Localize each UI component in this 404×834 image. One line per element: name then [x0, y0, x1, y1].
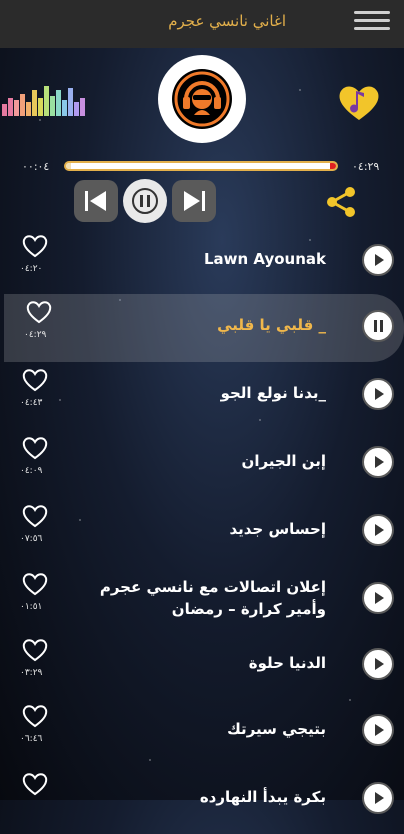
heart-outline-icon[interactable] — [22, 772, 48, 796]
heart-music-note-icon[interactable] — [336, 82, 382, 122]
song-duration: ٠٤:٢٠ — [20, 264, 43, 274]
song-row[interactable]: ٠٧:٥٦ إحساس جديد — [0, 498, 404, 566]
elapsed-time: ٠٠:٠٤ — [22, 160, 50, 173]
playback-controls — [74, 179, 216, 224]
song-title: _بدنا نولع الجو — [220, 384, 326, 402]
play-icon[interactable] — [362, 582, 394, 614]
heart-outline-icon[interactable] — [22, 572, 48, 596]
song-title: إبن الجيران — [241, 452, 326, 470]
song-duration: ٠١:٥١ — [20, 602, 43, 612]
song-row[interactable]: ٠٣:٢٩ الدنيا حلوة — [0, 632, 404, 700]
top-app-bar: اغاني نانسي عجرم — [0, 0, 404, 48]
play-icon[interactable] — [362, 648, 394, 680]
song-duration: ٠٣:٢٩ — [20, 668, 43, 678]
pause-icon[interactable] — [123, 179, 167, 223]
skip-next-icon[interactable] — [172, 180, 216, 222]
heart-outline-icon[interactable] — [22, 504, 48, 528]
song-row[interactable]: ٠٤:٠٩ إبن الجيران — [0, 430, 404, 498]
heart-outline-icon[interactable] — [22, 436, 48, 460]
song-title: بكرة يبدأ النهارده — [199, 788, 326, 806]
song-duration: ٠٤:٠٩ — [20, 466, 43, 476]
heart-outline-icon[interactable] — [22, 368, 48, 392]
song-row[interactable]: ٠٦:٤٦ بتيجي سيرتك — [0, 698, 404, 766]
play-icon[interactable] — [362, 782, 394, 814]
pause-icon[interactable] — [362, 310, 394, 342]
play-icon[interactable] — [362, 714, 394, 746]
progress-fill — [66, 163, 72, 169]
play-icon[interactable] — [362, 514, 394, 546]
play-icon[interactable] — [362, 378, 394, 410]
audio-visualizer — [2, 84, 90, 116]
hamburger-menu-icon[interactable] — [354, 6, 390, 36]
song-duration: ٠٦:٤٦ — [20, 734, 43, 744]
app-title: اغاني نانسي عجرم — [168, 12, 286, 30]
song-duration: ٠٤:٤٣ — [20, 398, 43, 408]
song-title: بتيجي سيرتك — [227, 720, 326, 738]
song-row[interactable]: بكرة يبدأ النهارده — [0, 766, 404, 834]
play-icon[interactable] — [362, 244, 394, 276]
share-icon[interactable] — [324, 186, 358, 218]
heart-outline-icon[interactable] — [22, 638, 48, 662]
heart-outline-icon[interactable] — [22, 704, 48, 728]
song-duration: ٠٤:٢٩ — [24, 330, 47, 340]
total-time: ٠٤:٢٩ — [352, 160, 380, 173]
song-title: _ قلبي يا قلبي — [217, 316, 326, 334]
song-title: Lawn Ayounak — [203, 250, 326, 268]
song-row[interactable]: ٠٤:٤٣ _بدنا نولع الجو — [0, 362, 404, 430]
song-title: إحساس جديد — [229, 520, 326, 538]
song-duration: ٠٧:٥٦ — [20, 534, 43, 544]
play-icon[interactable] — [362, 446, 394, 478]
song-title: إعلان اتصالات مع نانسي عجرم وأمير كرارة … — [99, 578, 326, 618]
song-row[interactable]: ٠٤:٢٩ _ قلبي يا قلبي — [4, 294, 404, 362]
progress-end-marker — [330, 163, 336, 169]
progress-bar[interactable] — [64, 161, 338, 171]
skip-previous-icon[interactable] — [74, 180, 118, 222]
headphones-dj-icon — [158, 55, 246, 143]
song-title: الدنيا حلوة — [248, 654, 326, 672]
song-row[interactable]: ٠٤:٢٠ Lawn Ayounak — [0, 228, 404, 296]
song-row[interactable]: ٠١:٥١ إعلان اتصالات مع نانسي عجرم وأمير ك… — [0, 566, 404, 634]
heart-outline-icon[interactable] — [26, 300, 52, 324]
heart-outline-icon[interactable] — [22, 234, 48, 258]
